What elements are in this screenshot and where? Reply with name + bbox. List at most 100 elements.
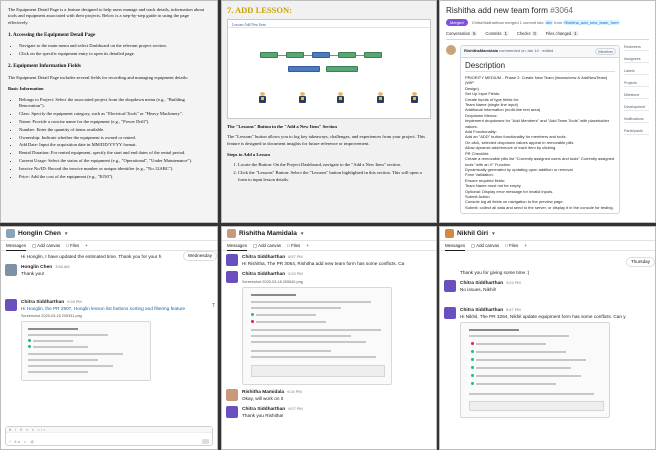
tab-files-changed[interactable]: Files changed 1 <box>546 31 579 36</box>
doc-list-item: Navigate to the main menu and select Das… <box>19 43 210 49</box>
attachment-name[interactable]: Screenshot 2025-03-18 205331.png <box>21 313 185 319</box>
tab-messages[interactable]: Messages <box>227 241 248 251</box>
diagram-node <box>288 66 320 72</box>
doc-field-item: Class: Specify the equipment category, s… <box>19 111 210 117</box>
channel-name: Rishitha Mamidala <box>239 230 297 237</box>
step-item: Click the "Lessons" Button: Select the "… <box>238 170 431 183</box>
tab-files[interactable]: □ Files <box>66 243 79 248</box>
doc-field-item: Current Usage: Select the status of the … <box>19 158 210 164</box>
sidebar-section[interactable]: Projects <box>624 81 649 87</box>
sidebar-section[interactable]: Development <box>624 105 649 111</box>
date-divider[interactable]: Wednesday <box>182 251 217 261</box>
avatar <box>6 229 15 238</box>
pr-meta: Merged ChitraSiddharthan merged 1 commit… <box>446 19 649 26</box>
tab-add-canvas[interactable]: ▢ Add canvas <box>32 243 60 249</box>
tab-add-canvas[interactable]: ▢ Add canvas <box>253 243 281 249</box>
avatar <box>226 271 238 283</box>
message-author[interactable]: Chitra Siddharthan <box>242 255 285 260</box>
chevron-down-icon: ▼ <box>491 231 496 236</box>
doc-fields-intro: The Equipment Detail Page includes sever… <box>8 74 189 80</box>
tab-count: 1 <box>572 31 579 36</box>
add-tab-icon[interactable]: + <box>306 243 309 248</box>
add-tab-icon[interactable]: + <box>85 243 88 248</box>
screenshot-attachment[interactable] <box>242 287 392 385</box>
sidebar-section[interactable]: Participants <box>624 129 649 135</box>
tab-conversation[interactable]: Conversation 5 <box>446 31 478 36</box>
tab-label: Files <box>69 243 80 248</box>
tab-label: Messages <box>445 242 466 248</box>
tab-files[interactable]: □ Files <box>287 243 300 248</box>
message-author[interactable]: Rishitha Mamidala <box>242 390 284 395</box>
diagram-node <box>260 52 278 58</box>
doc-heading-access: 1. Accessing the Equipment Detail Page <box>8 31 96 38</box>
message: Chitra Siddharthan 9:20 PM Screenshot 202… <box>226 271 432 385</box>
channel-header[interactable]: Rishitha Mamidala ▼ <box>222 227 436 241</box>
description-heading: Description <box>465 61 615 72</box>
avatar <box>227 229 236 238</box>
channel-header[interactable]: Nikhil Giri ▼ <box>440 227 655 241</box>
tab-label: Files changed <box>545 31 572 36</box>
message-author[interactable]: Chitra Siddharthan <box>21 300 64 305</box>
add-lesson-heading: 7. ADD LESSON: <box>227 5 292 15</box>
message-author[interactable]: Honglin Chen <box>21 265 52 270</box>
sidebar-section[interactable]: Assignees <box>624 57 649 63</box>
attachment-name[interactable]: Screenshot 2025-03-18 205540.png <box>242 279 392 285</box>
message-text: Hi Honglin, I have updated the estimated… <box>21 254 162 259</box>
message-time: 8:47 PM <box>506 307 521 312</box>
doc-heading-fields: 2. Equipment Information Fields <box>8 63 81 70</box>
sidebar-section[interactable]: Notifications <box>624 117 649 123</box>
message-composer[interactable]: B I S ≡ ≡ </> + Aa ☺ @ <box>5 426 213 446</box>
send-icon[interactable] <box>202 439 209 444</box>
message-author[interactable]: Chitra Siddharthan <box>242 272 285 277</box>
composer-actions[interactable]: + Aa ☺ @ <box>9 440 35 444</box>
slack-dm-honglin: Honglin Chen ▼ Messages ▢ Add canvas □ F… <box>0 226 218 450</box>
tab-label: Add canvas <box>258 242 282 248</box>
message-text: Thank you Rishitha! <box>242 413 284 418</box>
format-toolbar[interactable]: B I S ≡ ≡ </> <box>6 427 212 433</box>
commenter-name[interactable]: RishithaMamidala <box>464 48 498 53</box>
tab-checks[interactable]: Checks 0 <box>517 31 538 36</box>
tab-messages[interactable]: Messages <box>6 241 27 251</box>
pr-number[interactable]: #3064 <box>550 6 573 15</box>
message: Chitra Siddharthan 9:27 PM Thank you Rish… <box>226 406 432 419</box>
message-time: 9:27 PM <box>288 406 303 411</box>
message: Chitra Siddharthan 8:57 PM Hi Rishitha, T… <box>226 254 432 267</box>
message-text[interactable]: Hi Honglin, the PR 2907, Honglin lesson … <box>21 306 185 311</box>
channel-header[interactable]: Honglin Chen ▼ <box>1 227 217 241</box>
screenshot-attachment[interactable] <box>460 322 610 418</box>
worker-figure <box>410 92 419 103</box>
message-author[interactable]: Chitra Siddharthan <box>460 281 503 286</box>
tab-add-canvas[interactable]: ▢ Add canvas <box>471 243 499 249</box>
tab-label: Checks <box>516 31 531 36</box>
doc-field-item: Name: Provide a concise name for the equ… <box>19 119 210 125</box>
slack-dm-rishitha: Rishitha Mamidala ▼ Messages ▢ Add canva… <box>221 226 437 450</box>
sidebar-section[interactable]: Labels <box>624 69 649 75</box>
step-item: Locate the Button: On the Project Dashbo… <box>238 162 431 168</box>
sidebar-section[interactable]: Reviewers <box>624 45 649 51</box>
date-divider[interactable]: Thursday <box>625 257 655 267</box>
message: Chitra Siddharthan 9:28 PM Hi Honglin, th… <box>5 299 213 381</box>
avatar <box>444 307 456 319</box>
message-text: Thank you for giving some time :) <box>460 270 530 275</box>
avatar <box>226 254 238 266</box>
diagram-node <box>312 52 330 58</box>
head-branch[interactable]: Rishitha_add_new_team_form <box>563 20 620 25</box>
message-author[interactable]: Chitra Siddharthan <box>242 407 285 412</box>
base-branch[interactable]: dev <box>544 20 554 25</box>
tab-messages[interactable]: Messages <box>445 241 466 251</box>
sidebar-section[interactable]: Milestone <box>624 93 649 99</box>
avatar[interactable] <box>446 45 456 55</box>
channel-tabs: Messages ▢ Add canvas □ Files + <box>440 241 655 251</box>
screenshot-attachment[interactable] <box>21 321 151 381</box>
diagram-edge <box>356 55 364 56</box>
tab-label: Messages <box>227 242 248 248</box>
message-author[interactable]: Chitra Siddharthan <box>460 308 503 313</box>
tab-files[interactable]: □ Files <box>505 243 518 248</box>
tab-commits[interactable]: Commits 1 <box>485 31 509 36</box>
add-tab-icon[interactable]: + <box>524 243 527 248</box>
pr-title: Rishitha add new team form #3064 <box>446 6 649 16</box>
tab-label: Files <box>290 243 301 248</box>
tab-label: Add canvas <box>476 242 500 248</box>
slack-dm-nikhil: Nikhil Giri ▼ Messages ▢ Add canvas □ Fi… <box>439 226 656 450</box>
avatar <box>445 229 454 238</box>
